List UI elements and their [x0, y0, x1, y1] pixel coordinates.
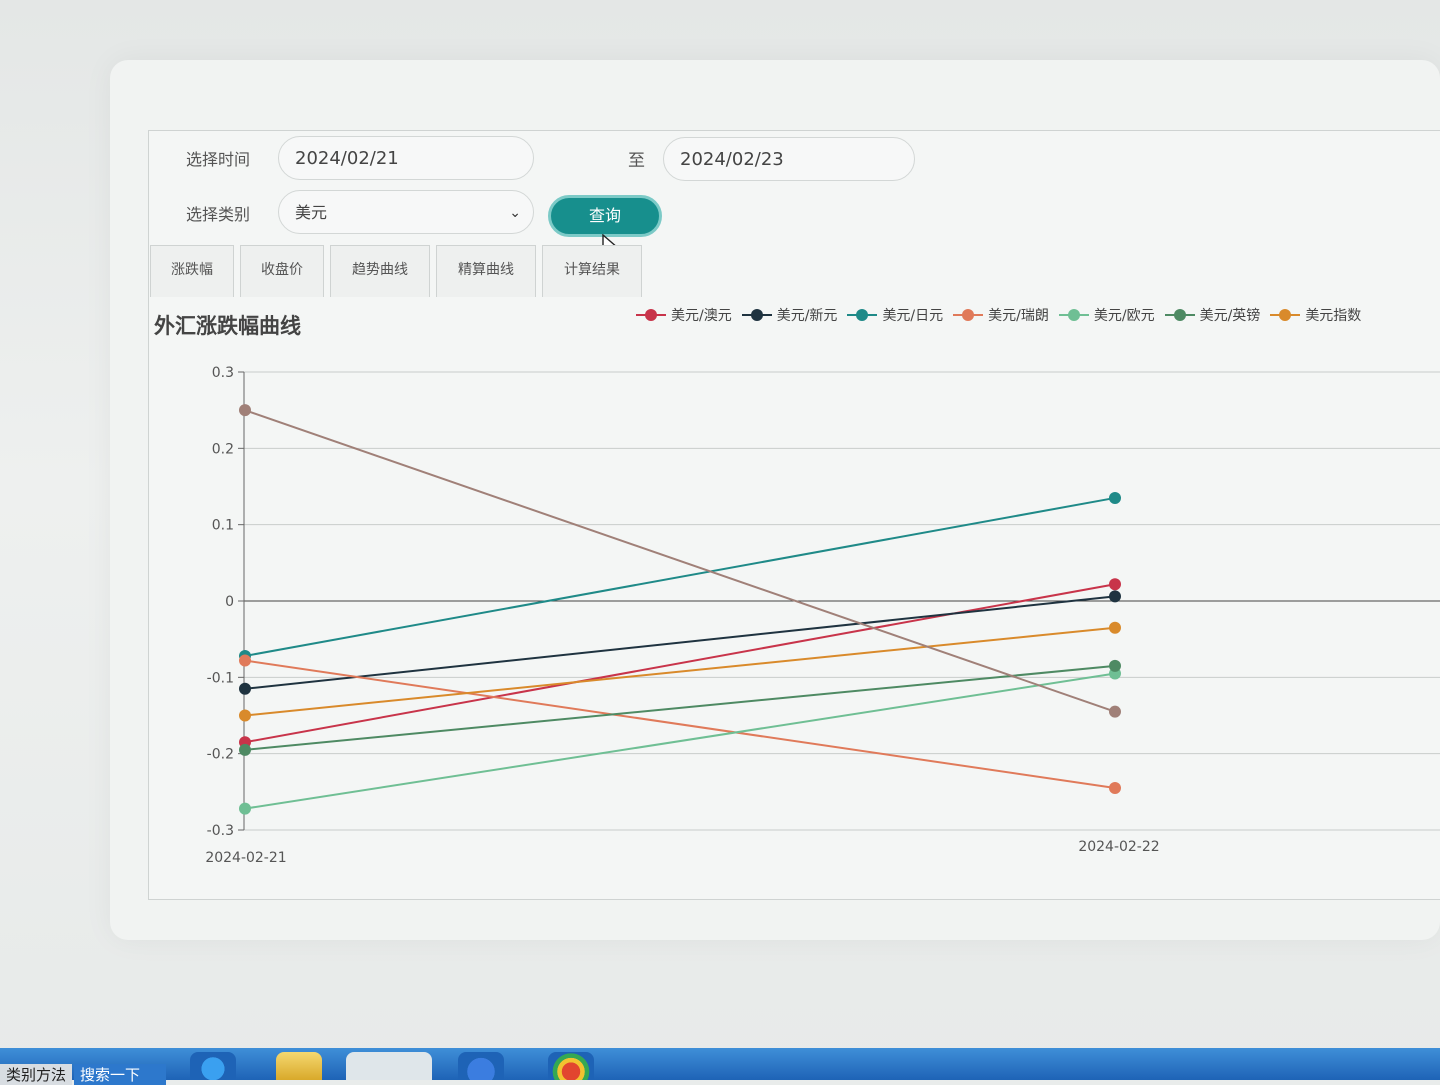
data-point	[239, 743, 251, 756]
data-point	[1109, 659, 1121, 672]
series-line	[244, 664, 1116, 751]
series-line	[244, 595, 1116, 690]
ie-browser-icon[interactable]	[190, 1052, 236, 1080]
series-line	[244, 409, 1116, 713]
data-point	[239, 404, 251, 417]
data-point	[1109, 590, 1121, 603]
x-tick-label: 2024-02-22	[1078, 839, 1159, 855]
chrome-icon[interactable]	[548, 1052, 594, 1080]
folder-icon[interactable]	[276, 1052, 322, 1080]
y-tick-label: -0.1	[207, 670, 234, 686]
data-point	[1109, 782, 1121, 795]
series-line	[244, 626, 1116, 717]
data-point	[1109, 621, 1121, 634]
y-tick-label: 0	[225, 594, 234, 610]
data-point	[239, 802, 251, 815]
data-point	[239, 709, 251, 722]
series-line	[244, 659, 1116, 790]
data-point	[239, 682, 251, 695]
browser-icon[interactable]	[458, 1052, 504, 1080]
data-point	[239, 654, 251, 667]
series-line	[244, 672, 1116, 810]
data-point	[1109, 578, 1121, 591]
data-point	[1109, 705, 1121, 718]
y-tick-label: -0.3	[207, 823, 234, 839]
taskbar-search[interactable]: 搜索一下	[74, 1064, 166, 1085]
active-app-icon[interactable]	[346, 1052, 432, 1080]
series-line	[244, 583, 1116, 744]
line-chart: 0.3 0.2 0.1 0 -0.1 -0.2 -0.3 2024-02-21 2024-02-…	[205, 365, 1440, 866]
x-tick-label: 2024-02-21	[205, 850, 286, 866]
y-tick-label: 0.3	[212, 365, 234, 381]
taskbar-left-text: 类别方法	[0, 1064, 73, 1085]
y-tick-label: 0.1	[212, 518, 234, 534]
y-tick-label: -0.2	[207, 747, 234, 763]
data-point	[1109, 491, 1121, 504]
y-tick-label: 0.2	[212, 441, 234, 457]
series-line	[244, 496, 1116, 657]
screen: 选择时间 2024/02/21 至 2024/02/23 选择类别 美元 ⌄ 查…	[0, 0, 1440, 1085]
